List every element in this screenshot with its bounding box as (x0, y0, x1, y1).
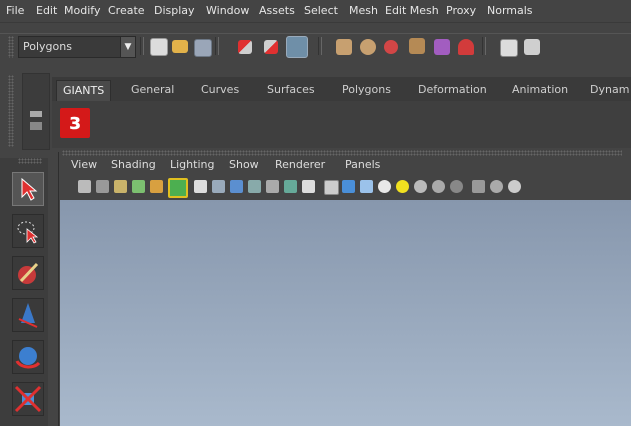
tab-polygons[interactable]: Polygons (336, 80, 397, 100)
tab-surfaces[interactable]: Surfaces (261, 80, 321, 100)
select-camera-icon[interactable] (78, 180, 91, 193)
chevron-down-icon[interactable]: ▼ (120, 37, 135, 57)
panel-menu-lighting[interactable]: Lighting (170, 158, 214, 171)
menu-select[interactable]: Select (304, 4, 338, 17)
camera-attributes-icon[interactable] (96, 180, 109, 193)
use-all-lights-icon[interactable] (396, 180, 409, 193)
tab-general[interactable]: General (125, 80, 180, 100)
image-plane-icon[interactable] (132, 180, 145, 193)
new-scene-icon[interactable] (150, 38, 168, 56)
toolbar-separator (482, 37, 486, 55)
menu-window[interactable]: Window (206, 4, 249, 17)
snap-grid-icon[interactable] (336, 39, 352, 55)
tab-animation[interactable]: Animation (506, 80, 574, 100)
safe-title-icon[interactable] (302, 180, 315, 193)
tab-deformation[interactable]: Deformation (412, 80, 493, 100)
resolution-gate-icon[interactable] (230, 180, 243, 193)
menu-display[interactable]: Display (154, 4, 195, 17)
ipr-render-icon[interactable] (524, 39, 540, 55)
toolbar-separator (215, 37, 219, 55)
shelf-menu-icon[interactable] (30, 122, 42, 130)
panel-menu-shading[interactable]: Shading (111, 158, 156, 171)
grid-icon[interactable] (194, 180, 207, 193)
toolbar-separator (318, 37, 322, 55)
save-scene-icon[interactable] (194, 39, 212, 57)
select-object-icon[interactable] (264, 40, 278, 54)
make-live-icon[interactable] (434, 39, 450, 55)
shelf-menu-panel (22, 73, 50, 150)
grease-pencil-icon[interactable] (168, 178, 188, 198)
paint-select-icon[interactable] (12, 256, 44, 290)
panel-menu-show[interactable]: Show (229, 158, 259, 171)
main-menubar: File Edit Modify Create Display Window A… (0, 0, 631, 23)
two-d-pan-zoom-icon[interactable] (150, 180, 163, 193)
move-tool-icon[interactable] (12, 298, 44, 332)
giants-logo-glyph: ɜ (69, 110, 81, 135)
smooth-shade-icon[interactable] (342, 180, 355, 193)
screen-space-ao-icon[interactable] (432, 180, 445, 193)
scale-tool-icon[interactable] (12, 382, 44, 416)
select-hierarchy-icon[interactable] (238, 40, 252, 54)
panel-menu-view[interactable]: View (71, 158, 97, 171)
menu-file[interactable]: File (6, 4, 24, 17)
snap-point-icon[interactable] (384, 40, 398, 54)
menu-mesh[interactable]: Mesh (349, 4, 378, 17)
x-ray-joints-icon[interactable] (508, 180, 521, 193)
flat-shade-icon[interactable] (360, 180, 373, 193)
snap-curve-icon[interactable] (360, 39, 376, 55)
motion-blur-icon[interactable] (450, 180, 463, 193)
open-scene-icon[interactable] (172, 40, 188, 53)
menu-normals[interactable]: Normals (487, 4, 533, 17)
snap-view-plane-icon[interactable] (409, 38, 425, 54)
tab-giants[interactable]: GIANTS (56, 80, 112, 101)
toolbox-grip (18, 158, 42, 164)
status-line-grip[interactable] (8, 36, 14, 58)
panel-grip (62, 150, 622, 156)
magnet-icon[interactable] (458, 39, 474, 55)
menu-assets[interactable]: Assets (259, 4, 295, 17)
menu-set-value: Polygons (23, 40, 72, 53)
menu-edit-mesh[interactable]: Edit Mesh (385, 4, 439, 17)
menu-set-select[interactable]: Polygons ▼ (18, 36, 136, 58)
menu-create[interactable]: Create (108, 4, 145, 17)
toolbar-separator (140, 37, 144, 55)
x-ray-icon[interactable] (490, 180, 503, 193)
lasso-select-icon[interactable] (12, 214, 44, 248)
menu-edit[interactable]: Edit (36, 4, 57, 17)
field-chart-icon[interactable] (266, 180, 279, 193)
shelf-grip[interactable] (8, 75, 14, 147)
select-component-icon[interactable] (286, 36, 308, 58)
film-gate-icon[interactable] (212, 180, 225, 193)
giants-logo-icon[interactable]: ɜ (60, 108, 90, 138)
bookmarks-icon[interactable] (114, 180, 127, 193)
textured-icon[interactable] (378, 180, 391, 193)
safe-action-icon[interactable] (284, 180, 297, 193)
panel-menu-panels[interactable]: Panels (345, 158, 380, 171)
tab-dynamics[interactable]: Dynam (584, 80, 631, 100)
panel-menu-renderer[interactable]: Renderer (275, 158, 325, 171)
tab-curves[interactable]: Curves (195, 80, 245, 100)
render-icon[interactable] (500, 39, 518, 57)
shelf-tabs-toggle-icon[interactable] (30, 111, 42, 117)
viewport-3d[interactable] (60, 200, 631, 426)
wireframe-icon[interactable] (324, 180, 339, 195)
menu-modify[interactable]: Modify (64, 4, 100, 17)
shadows-icon[interactable] (414, 180, 427, 193)
gate-mask-icon[interactable] (248, 180, 261, 193)
shelf-content (52, 101, 631, 148)
select-tool-icon[interactable] (12, 172, 44, 206)
menu-proxy[interactable]: Proxy (446, 4, 476, 17)
rotate-tool-icon[interactable] (12, 340, 44, 374)
isolate-select-icon[interactable] (472, 180, 485, 193)
